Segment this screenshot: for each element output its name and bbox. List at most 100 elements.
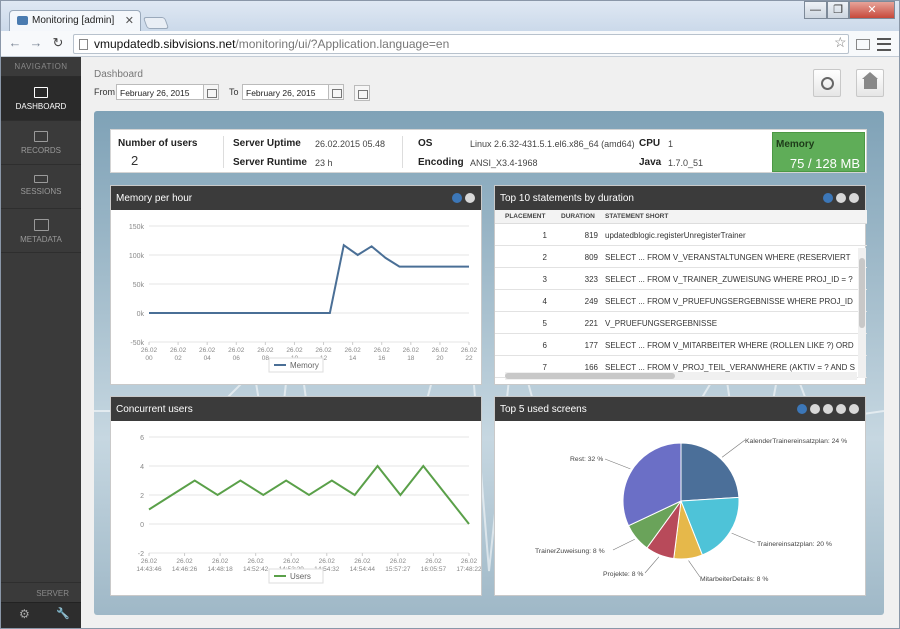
x-tick-label: 04 bbox=[204, 355, 212, 362]
sidebar-item-server[interactable]: SERVER bbox=[1, 582, 81, 602]
legend-label: Users bbox=[290, 572, 311, 581]
placement-cell: 5 bbox=[542, 319, 547, 328]
address-bar: ← → ↻ vmupdatedb.sibvisions.net/monitori… bbox=[1, 31, 899, 57]
browser-menu-icon[interactable] bbox=[877, 38, 891, 51]
x-tick-label: 26.02 bbox=[141, 558, 158, 565]
close-window-button[interactable]: ✕ bbox=[849, 1, 895, 19]
page-dot[interactable] bbox=[849, 193, 859, 203]
placement-cell: 7 bbox=[542, 363, 547, 372]
x-tick-label: 14:54:44 bbox=[350, 566, 376, 573]
placement-cell: 2 bbox=[542, 253, 547, 262]
sidebar-footer: ⚙ 🔧 bbox=[1, 602, 81, 628]
sidebar-item-records[interactable]: RECORDS bbox=[1, 121, 81, 165]
slice-label: Projekte: 8 % bbox=[603, 571, 643, 578]
users-panel-header: Concurrent users bbox=[111, 397, 481, 421]
refresh-button[interactable] bbox=[813, 69, 841, 97]
column-header[interactable]: STATEMENT SHORT bbox=[605, 213, 668, 220]
page-dot[interactable] bbox=[823, 404, 833, 414]
cast-icon[interactable] bbox=[856, 39, 870, 50]
table-row[interactable]: 6 177 SELECT ... FROM V_MITARBEITER WHERE … bbox=[495, 334, 867, 356]
x-tick-label: 26.02 bbox=[319, 558, 336, 565]
statement-cell: SELECT ... FROM V_MITARBEITER WHERE (ROL… bbox=[605, 341, 854, 350]
back-button[interactable]: ← bbox=[7, 35, 23, 50]
x-tick-label: 26.02 bbox=[461, 347, 478, 354]
users-count-label: Number of users bbox=[118, 138, 198, 149]
to-date-input[interactable]: February 26, 2015 bbox=[242, 84, 330, 100]
from-date-input[interactable]: February 26, 2015 bbox=[116, 84, 204, 100]
os-label: OS bbox=[418, 138, 433, 149]
duration-cell: 809 bbox=[584, 253, 598, 262]
y-tick-label: 0 bbox=[140, 522, 144, 529]
to-calendar-icon[interactable] bbox=[328, 84, 344, 100]
reload-button[interactable]: ↻ bbox=[50, 35, 66, 51]
placement-cell: 6 bbox=[542, 341, 547, 350]
x-tick-label: 14:46:26 bbox=[172, 566, 198, 573]
favicon-icon bbox=[17, 16, 28, 25]
pie-slice[interactable] bbox=[680, 442, 740, 502]
page-dot[interactable] bbox=[836, 404, 846, 414]
table-row[interactable]: 2 809 SELECT ... FROM V_VERANSTALTUNGEN WH… bbox=[495, 246, 867, 268]
refresh-icon bbox=[821, 77, 834, 90]
statement-cell: updatedblogic.registerUnregisterTrainer bbox=[605, 231, 746, 240]
x-tick-label: 26.02 bbox=[432, 347, 449, 354]
duration-cell: 177 bbox=[584, 341, 598, 350]
java-label: Java bbox=[639, 157, 662, 168]
slice-leader-line bbox=[604, 458, 631, 470]
table-row[interactable]: 1 819 updatedblogic.registerUnregisterTrai… bbox=[495, 224, 867, 246]
settings-gear-icon[interactable]: ⚙ bbox=[19, 607, 30, 621]
users-line-chart: 6420-226.0214:43:4626.0214:46:2626.0214:… bbox=[136, 435, 482, 584]
home-icon bbox=[862, 72, 878, 89]
vertical-scrollbar[interactable] bbox=[858, 248, 866, 378]
apply-filter-button[interactable] bbox=[354, 85, 370, 101]
table-row[interactable]: 5 221 V_PRUEFUNGSERGEBNISSE bbox=[495, 312, 867, 334]
navigation-header: NAVIGATION bbox=[1, 57, 81, 77]
placement-cell: 4 bbox=[542, 297, 547, 306]
sidebar-item-sessions[interactable]: SESSIONS bbox=[1, 165, 81, 209]
legend[interactable]: Users bbox=[268, 568, 324, 584]
page-dot[interactable] bbox=[797, 404, 807, 414]
x-tick-label: 17:48:22 bbox=[456, 566, 481, 573]
x-tick-label: 14:52:42 bbox=[243, 566, 269, 573]
page-dot[interactable] bbox=[836, 193, 846, 203]
slice-label: Rest: 32 % bbox=[570, 456, 603, 463]
home-button[interactable] bbox=[856, 69, 884, 97]
tab-close-icon[interactable]: ✕ bbox=[125, 14, 134, 27]
memory-panel-header: Memory per hour bbox=[111, 186, 481, 210]
minimize-button[interactable]: — bbox=[804, 1, 827, 19]
screens-panel: Top 5 used screens KalenderTrainereinsat… bbox=[494, 396, 866, 596]
table-header-row: PLACEMENT DURATION STATEMENT SHORT bbox=[495, 210, 867, 224]
restore-button[interactable]: ❐ bbox=[827, 1, 849, 19]
forward-button[interactable]: → bbox=[28, 35, 44, 50]
sidebar-item-dashboard[interactable]: DASHBOARD bbox=[1, 77, 81, 121]
slice-leader-line bbox=[721, 439, 746, 458]
browser-tab[interactable]: Monitoring [admin] ✕ bbox=[9, 10, 141, 31]
sidebar-item-metadata[interactable]: METADATA bbox=[1, 209, 81, 253]
page-dot[interactable] bbox=[849, 404, 859, 414]
table-row[interactable]: 4 249 SELECT ... FROM V_PRUEFUNGSERGEBNISS… bbox=[495, 290, 867, 312]
y-tick-label: 150k bbox=[129, 224, 145, 231]
page-dot[interactable] bbox=[452, 193, 462, 203]
encoding-label: Encoding bbox=[418, 157, 464, 168]
screens-panel-header: Top 5 used screens bbox=[495, 397, 865, 421]
page-dot[interactable] bbox=[810, 404, 820, 414]
bookmark-star-icon[interactable]: ☆ bbox=[834, 34, 847, 51]
from-calendar-icon[interactable] bbox=[203, 84, 219, 100]
x-tick-label: 26.02 bbox=[461, 558, 478, 565]
page-dot[interactable] bbox=[823, 193, 833, 203]
tools-wrench-icon[interactable]: 🔧 bbox=[56, 607, 70, 620]
url-input[interactable]: vmupdatedb.sibvisions.net/monitoring/ui/… bbox=[73, 34, 849, 54]
y-tick-label: -50k bbox=[130, 340, 144, 347]
table-row[interactable]: 3 323 SELECT ... FROM V_TRAINER_ZUWEISUNG … bbox=[495, 268, 867, 290]
new-tab-button[interactable] bbox=[142, 17, 170, 29]
legend[interactable]: Memory bbox=[268, 357, 324, 373]
slice-label: Trainereinsatzplan: 20 % bbox=[757, 541, 832, 548]
memory-panel: Memory per hour 150k 100k 50k 0k -50k 26.02 00… bbox=[110, 185, 482, 385]
x-tick-label: 26.02 bbox=[344, 347, 361, 354]
horizontal-scrollbar[interactable] bbox=[505, 372, 857, 380]
page-dot[interactable] bbox=[465, 193, 475, 203]
url-host: vmupdatedb.sibvisions.net bbox=[94, 37, 236, 51]
memory-label: Memory bbox=[776, 139, 815, 150]
statements-panel: Top 10 statements by duration PLACEMENT … bbox=[494, 185, 867, 385]
column-header[interactable]: PLACEMENT bbox=[505, 213, 545, 220]
column-header[interactable]: DURATION bbox=[561, 213, 595, 220]
